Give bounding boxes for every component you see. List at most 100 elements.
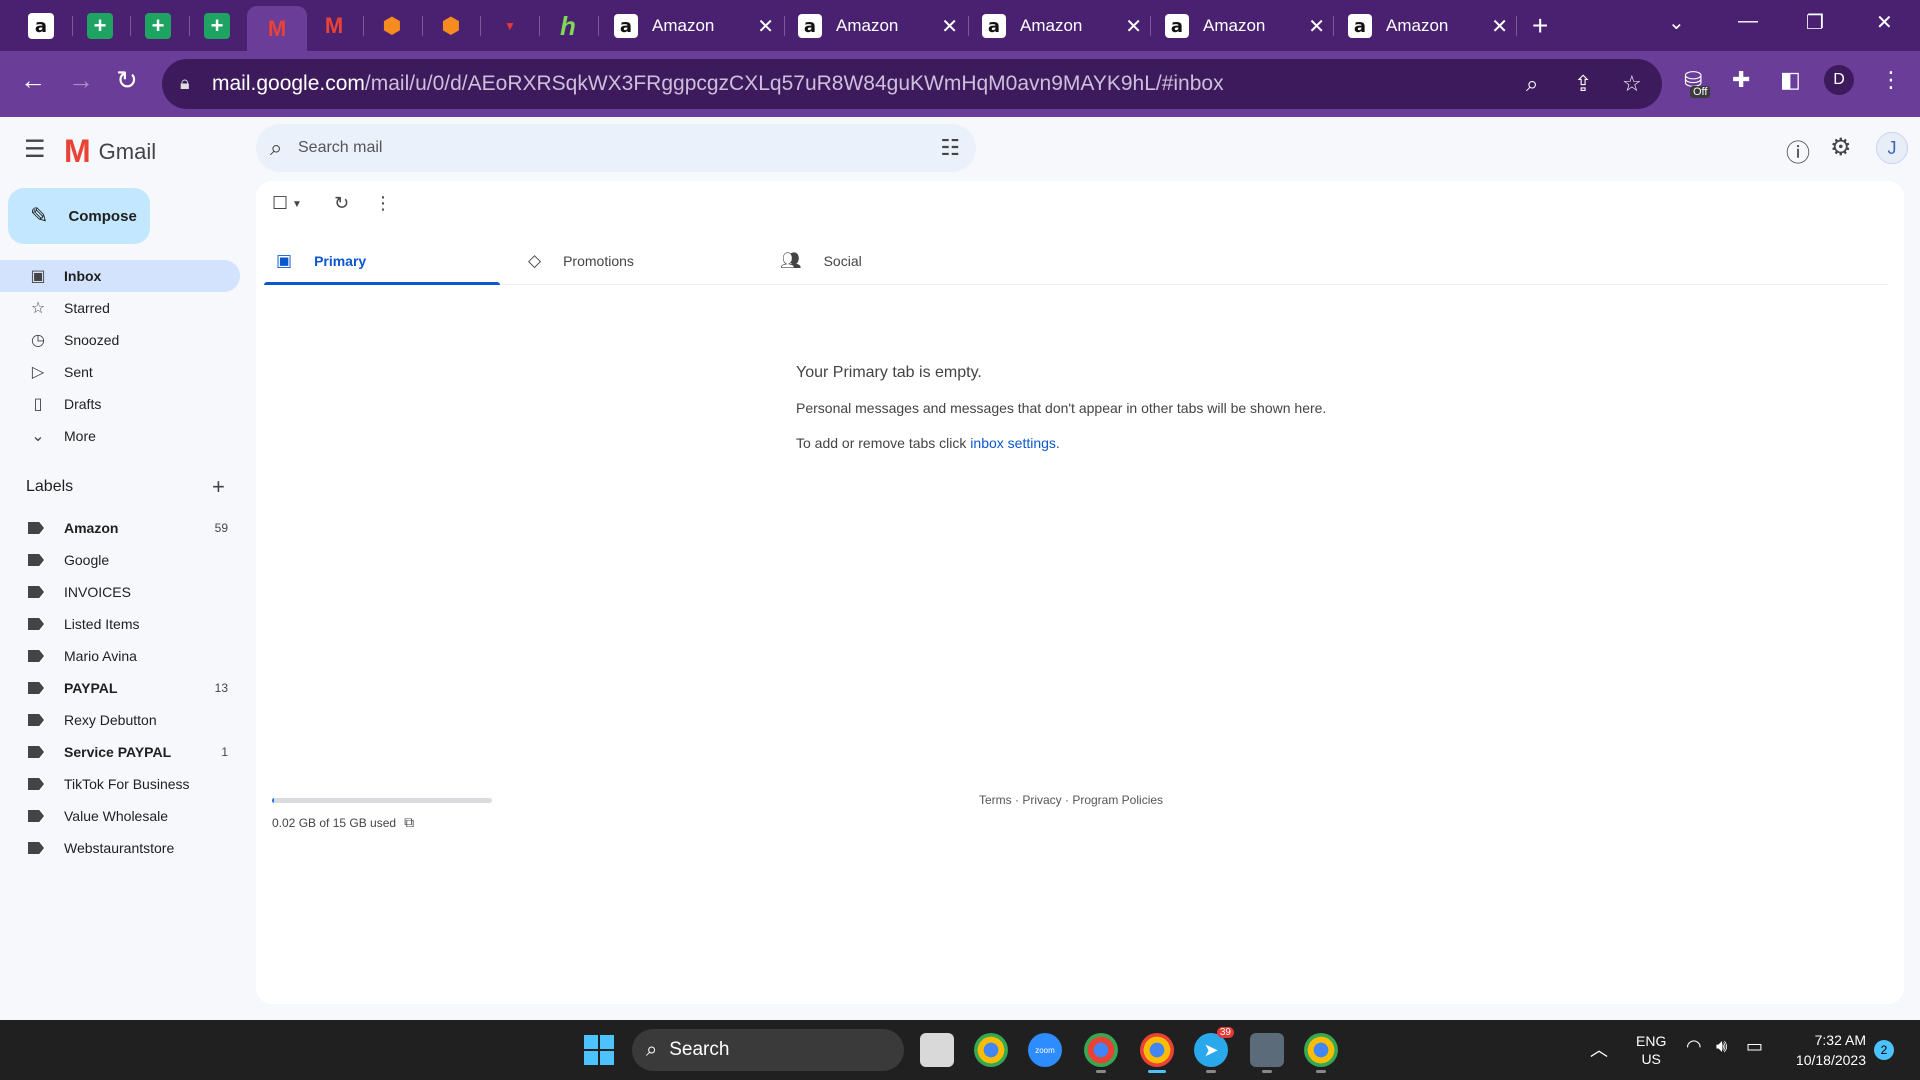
bookmark-star-icon[interactable]: ☆ [1622,71,1642,97]
label-item-webstaurantstore[interactable]: Webstaurantstore [0,832,240,864]
label-item-tiktok[interactable]: TikTok For Business [0,768,240,800]
restore-button[interactable]: ❐ [1806,10,1824,35]
add-label-button[interactable]: + [212,474,225,500]
pinned-tab-app[interactable]: ⬢ [425,6,477,46]
tab-promotions[interactable]: ◇ Promotions [516,237,752,285]
compose-button[interactable]: ✎ Compose [8,188,150,244]
chrome-icon[interactable] [1304,1033,1338,1073]
file-explorer-icon[interactable] [920,1033,954,1067]
external-link-icon[interactable]: ⧉ [404,814,414,831]
tab-amazon[interactable]: a Amazon ✕ [1153,6,1335,46]
tab-amazon[interactable]: a Amazon ✕ [970,6,1152,46]
empty-state-title: Your Primary tab is empty. [796,364,982,381]
select-all-checkbox[interactable]: ☐ [272,193,288,214]
nav-item-inbox[interactable]: ▣ Inbox [0,260,240,292]
nav-item-drafts[interactable]: ▯ Drafts [0,388,240,420]
tab-primary[interactable]: ▣ Primary [264,237,500,285]
more-actions-icon[interactable]: ⋮ [374,193,392,214]
search-options-icon[interactable]: ☷ [940,135,960,161]
share-icon[interactable]: ⇪ [1574,71,1592,97]
lock-icon[interactable]: 🔒︎ [180,73,190,94]
browser-profile-avatar[interactable]: D [1824,65,1854,95]
close-icon[interactable]: ✕ [941,14,958,39]
settings-gear-icon[interactable]: ⚙ [1830,133,1852,162]
nav-item-label: Drafts [64,396,102,412]
label-unread-count: 59 [214,521,228,535]
chrome-icon[interactable] [1084,1033,1118,1073]
nav-item-more[interactable]: ⌄ More [0,420,240,452]
inbox-settings-link[interactable]: inbox settings [970,435,1056,451]
label-name: Rexy Debutton [64,712,157,728]
battery-icon[interactable]: ▭ [1746,1036,1763,1057]
footer-links[interactable]: Terms · Privacy · Program Policies [979,793,1163,807]
pinned-tab-sheets[interactable]: + [191,6,243,46]
close-icon[interactable]: ✕ [1491,14,1508,39]
puzzle-extensions-icon[interactable]: ✚ [1732,67,1750,93]
help-icon[interactable]: ⓘ [1786,133,1810,168]
nav-item-snoozed[interactable]: ◷ Snoozed [0,324,240,356]
clock[interactable]: 7:32 AM 10/18/2023 [1784,1030,1866,1070]
pinned-tab-sheets[interactable]: + [74,6,126,46]
calculator-icon[interactable] [1250,1033,1284,1073]
pinned-tab-app[interactable]: ⬢ [366,6,418,46]
browser-tab-strip: a + + + M M ⬢ ⬢ ▼ h a Amazon ✕ a Amazon … [0,0,1920,51]
hamburger-menu-icon[interactable]: ☰ [24,135,46,164]
pinned-tab-gmail-active[interactable]: M [247,6,307,51]
side-panel-icon[interactable]: ◧ [1780,67,1801,93]
search-icon[interactable]: ⌕ [270,135,282,161]
tab-amazon[interactable]: a Amazon ✕ [602,6,784,46]
close-window-button[interactable]: ✕ [1876,10,1893,35]
refresh-icon[interactable]: ↻ [334,193,349,214]
label-item-listed-items[interactable]: Listed Items [0,608,240,640]
label-item-paypal[interactable]: PAYPAL 13 [0,672,240,704]
label-item-invoices[interactable]: INVOICES [0,576,240,608]
gmail-logo[interactable]: M Gmail [64,133,156,170]
volume-icon[interactable]: 🔊︎ [1716,1036,1727,1057]
tab-separator [539,16,540,36]
star-icon: ☆ [30,300,46,317]
close-icon[interactable]: ✕ [757,14,774,39]
tray-overflow-chevron-icon[interactable]: ︿ [1590,1036,1608,1062]
tab-amazon[interactable]: a Amazon ✕ [786,6,968,46]
forward-button[interactable]: → [68,65,94,96]
windows-start-icon[interactable] [584,1035,614,1065]
chrome-profile-icon[interactable] [1140,1033,1174,1073]
taskbar-search[interactable]: ⌕ Search [632,1029,904,1071]
tab-search-chevron-icon[interactable]: ⌄ [1668,10,1685,35]
pinned-tab-red-app[interactable]: ▼ [484,6,536,46]
label-item-amazon[interactable]: Amazon 59 [0,512,240,544]
kebab-menu-icon[interactable]: ⋮ [1880,67,1902,93]
label-item-rexy-debutton[interactable]: Rexy Debutton [0,704,240,736]
label-item-google[interactable]: Google [0,544,240,576]
minimize-button[interactable]: — [1738,10,1758,33]
pinned-tab-sheets[interactable]: + [132,6,184,46]
label-tag-icon [28,746,44,758]
account-avatar[interactable]: J [1876,132,1908,164]
label-item-mario-avina[interactable]: Mario Avina [0,640,240,672]
pinned-tab-green-app[interactable]: h [542,6,594,46]
telegram-icon[interactable]: ➤ 39 [1194,1027,1234,1073]
zoom-icon[interactable]: ⌕ [1526,71,1538,97]
chrome-icon[interactable] [974,1033,1008,1067]
close-icon[interactable]: ✕ [1308,14,1325,39]
reload-button[interactable]: ↻ [116,65,138,96]
zoom-icon[interactable]: zoom [1028,1033,1062,1067]
label-item-value-wholesale[interactable]: Value Wholesale [0,800,240,832]
language-indicator[interactable]: ENG US [1636,1032,1666,1068]
address-bar[interactable]: 🔒︎ mail.google.com/mail/u/0/d/AEoRXRSqkW… [162,59,1662,109]
back-button[interactable]: ← [20,65,46,96]
notification-badge[interactable]: 2 [1874,1040,1894,1060]
pinned-tab-amazon[interactable]: a [15,6,67,46]
pinned-tab-gmail[interactable]: M [308,6,360,46]
select-dropdown-icon[interactable]: ▼ [292,199,302,210]
search-input[interactable] [298,124,898,172]
tab-social[interactable]: 👥︎ Social [768,237,1004,285]
tab-amazon[interactable]: a Amazon ✕ [1336,6,1518,46]
nav-item-sent[interactable]: ▷ Sent [0,356,240,388]
label-item-service-paypal[interactable]: Service PAYPAL 1 [0,736,240,768]
wifi-icon[interactable]: ◠ [1686,1036,1702,1057]
close-icon[interactable]: ✕ [1125,14,1142,39]
nav-item-starred[interactable]: ☆ Starred [0,292,240,324]
inbox-icon: ▣ [30,268,46,285]
new-tab-button[interactable]: + [1532,10,1548,42]
